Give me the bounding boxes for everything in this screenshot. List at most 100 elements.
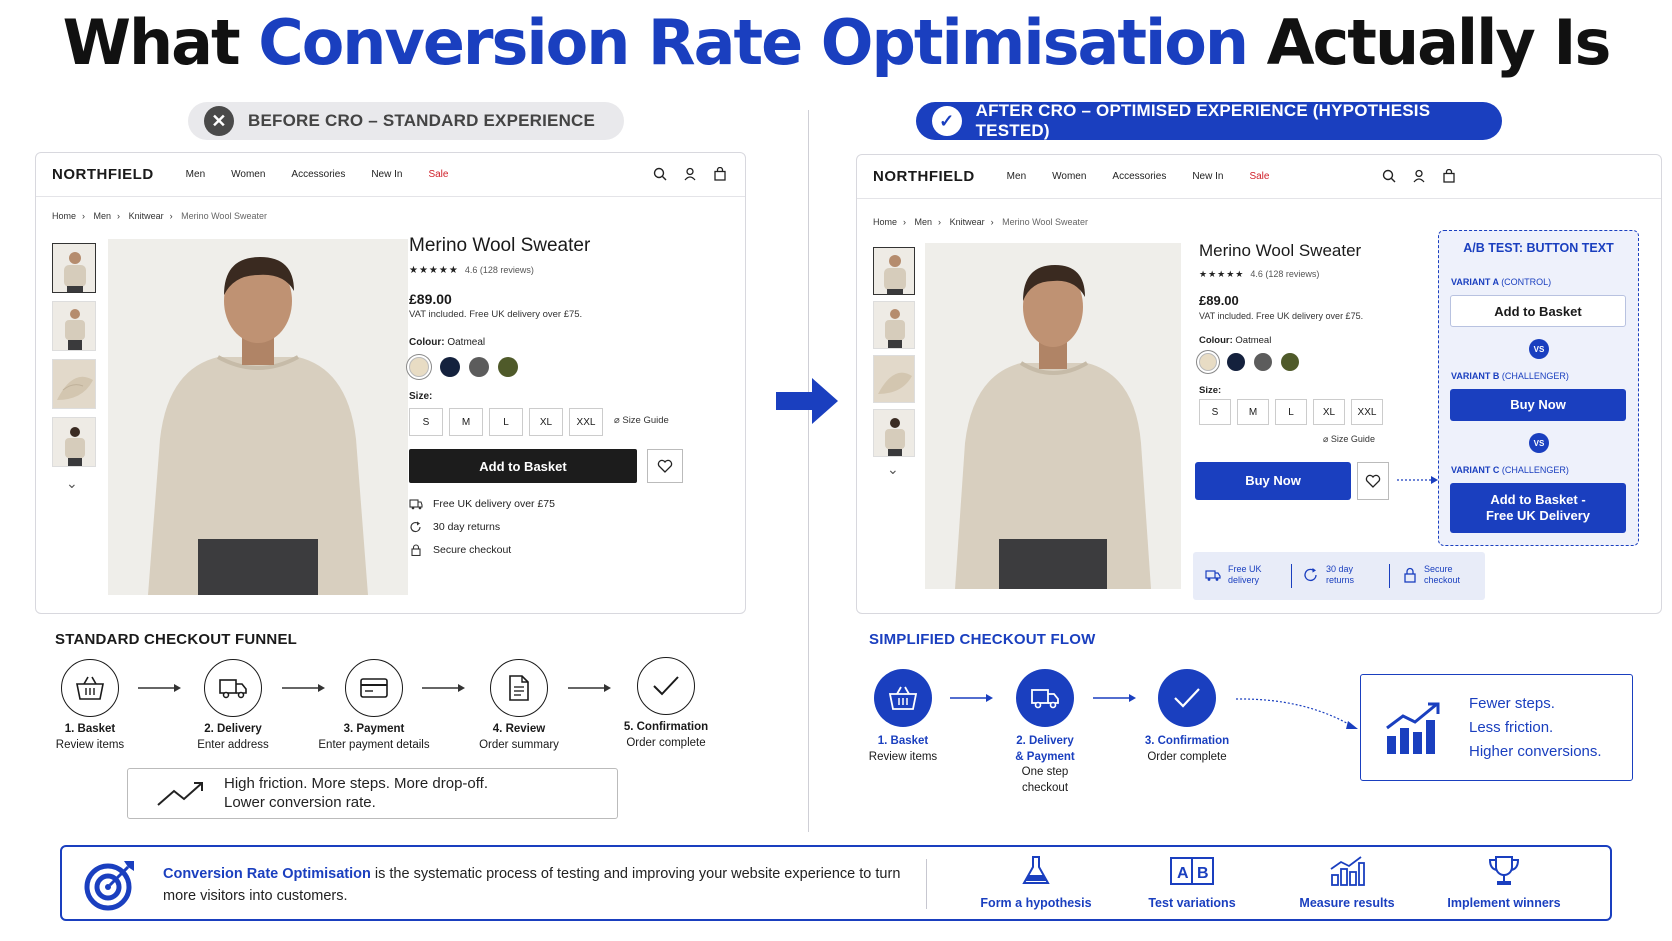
swatch-grey[interactable] [1254, 353, 1272, 371]
size-s[interactable]: S [1199, 399, 1231, 425]
nav-accessories[interactable]: Accessories [1112, 171, 1166, 182]
rating: ★★★★★ 4.6 (128 reviews) [1199, 269, 1319, 280]
swatch-olive[interactable] [1281, 353, 1299, 371]
product-thumbnail[interactable] [52, 359, 96, 409]
swatch-grey[interactable] [469, 357, 489, 377]
colour-label: Colour: Oatmeal [1199, 335, 1271, 346]
nav-accessories[interactable]: Accessories [291, 169, 345, 180]
product-thumbnail[interactable] [52, 417, 96, 467]
chevron-down-icon[interactable]: ⌄ [887, 461, 899, 478]
title-highlight: Conversion Rate Optimisation [258, 6, 1249, 79]
size-xxl[interactable]: XXL [1351, 399, 1383, 425]
size-s[interactable]: S [409, 408, 443, 436]
wishlist-button[interactable] [647, 449, 683, 483]
bar-chart-icon [1330, 856, 1365, 886]
target-icon [84, 861, 134, 911]
account-icon[interactable] [683, 167, 697, 181]
variant-a-kind: (CONTROL) [1501, 277, 1552, 287]
nav-women[interactable]: Women [231, 169, 265, 180]
variant-c-kind: (CHALLENGER) [1501, 465, 1569, 475]
size-m[interactable]: M [1237, 399, 1269, 425]
crumb-sep: › [169, 211, 173, 221]
process-implement: Implement winners [1434, 855, 1574, 910]
bag-icon[interactable] [713, 167, 727, 181]
process-measure-label: Measure results [1299, 896, 1395, 910]
swatch-navy[interactable] [440, 357, 460, 377]
wishlist-button[interactable] [1357, 462, 1389, 500]
nav-sale[interactable]: Sale [428, 169, 448, 180]
nav-men[interactable]: Men [186, 169, 205, 180]
crumb-men[interactable]: Men [915, 217, 933, 227]
size-m[interactable]: M [449, 408, 483, 436]
ruler-icon: ⌀ [1323, 434, 1331, 444]
crumb-current: Merino Wool Sweater [1002, 217, 1088, 227]
returns-icon [410, 521, 421, 533]
variant-c-button[interactable]: Add to Basket - Free UK Delivery [1450, 483, 1626, 533]
svg-text:B: B [1197, 865, 1209, 882]
after-pill-label: AFTER CRO – OPTIMISED EXPERIENCE (HYPOTH… [975, 101, 1431, 140]
nav-men[interactable]: Men [1007, 171, 1026, 182]
product-thumbnail[interactable] [873, 301, 915, 349]
size-guide-link[interactable]: ⌀ Size Guide [614, 415, 669, 426]
vat-note: VAT included. Free UK delivery over £75. [1199, 311, 1364, 321]
swatch-oatmeal[interactable] [409, 357, 429, 377]
size-xxl[interactable]: XXL [569, 408, 603, 436]
check-circle-icon: ✓ [932, 106, 962, 136]
product-thumbnail[interactable] [52, 243, 96, 293]
search-icon[interactable] [653, 167, 667, 181]
crumb-current: Merino Wool Sweater [181, 211, 267, 221]
crumb-home[interactable]: Home [52, 211, 76, 221]
growth-chart-icon [1386, 702, 1440, 754]
breadcrumb: Home › Men › Knitwear › Merino Wool Sweater [52, 211, 273, 221]
chevron-down-icon[interactable]: ⌄ [66, 475, 78, 492]
store-logo[interactable]: NORTHFIELD [52, 166, 154, 183]
rating-text[interactable]: 4.6 (128 reviews) [1250, 269, 1319, 279]
crumb-sep: › [938, 217, 942, 227]
buy-now-button[interactable]: Buy Now [1195, 462, 1351, 500]
variant-b-button[interactable]: Buy Now [1450, 389, 1626, 421]
bag-icon[interactable] [1442, 169, 1456, 183]
step-sub: One step checkout [1021, 766, 1069, 794]
nav-new-in[interactable]: New In [1192, 171, 1223, 182]
benefit-line1: Fewer steps. [1469, 694, 1555, 712]
nav-women[interactable]: Women [1052, 171, 1086, 182]
product-thumbnail[interactable] [873, 247, 915, 295]
simplified-step-2: 2. Delivery & Payment One step checkout [970, 734, 1120, 796]
size-xl[interactable]: XL [1313, 399, 1345, 425]
product-thumbnail[interactable] [873, 355, 915, 403]
trust-divider [1291, 564, 1292, 588]
size-l[interactable]: L [489, 408, 523, 436]
ab-test-icon: AB [1170, 857, 1214, 885]
size-xl[interactable]: XL [529, 408, 563, 436]
rating-text[interactable]: 4.6 (128 reviews) [465, 265, 534, 275]
heart-icon [1365, 474, 1381, 488]
process-implement-label: Implement winners [1447, 896, 1561, 910]
size-guide-link[interactable]: ⌀ Size Guide [1323, 434, 1375, 445]
nav-new-in[interactable]: New In [371, 169, 402, 180]
variant-a-name: VARIANT A [1451, 277, 1499, 287]
step-title: 1. Basket [64, 723, 116, 735]
product-thumbnail[interactable] [873, 409, 915, 457]
swatch-olive[interactable] [498, 357, 518, 377]
swatch-oatmeal[interactable] [1199, 353, 1217, 371]
crumb-men[interactable]: Men [94, 211, 112, 221]
account-icon[interactable] [1412, 169, 1426, 183]
simplified-step-3: 3. Confirmation Order complete [1112, 734, 1262, 765]
search-icon[interactable] [1382, 169, 1396, 183]
size-label: Size: [1199, 385, 1221, 396]
benefit-line3: Higher conversions. [1469, 742, 1602, 760]
store-logo[interactable]: NORTHFIELD [873, 168, 975, 185]
nav-sale[interactable]: Sale [1249, 171, 1269, 182]
card-icon [345, 659, 403, 717]
returns-icon [1304, 568, 1317, 582]
variant-a-button[interactable]: Add to Basket [1450, 295, 1626, 327]
title-part1: What [62, 6, 259, 79]
swatch-navy[interactable] [1227, 353, 1245, 371]
crumb-knitwear[interactable]: Knitwear [950, 217, 985, 227]
size-l[interactable]: L [1275, 399, 1307, 425]
crumb-knitwear[interactable]: Knitwear [129, 211, 164, 221]
trust-returns: 30 day returns [1303, 564, 1354, 587]
crumb-home[interactable]: Home [873, 217, 897, 227]
add-to-basket-button[interactable]: Add to Basket [409, 449, 637, 483]
product-thumbnail[interactable] [52, 301, 96, 351]
